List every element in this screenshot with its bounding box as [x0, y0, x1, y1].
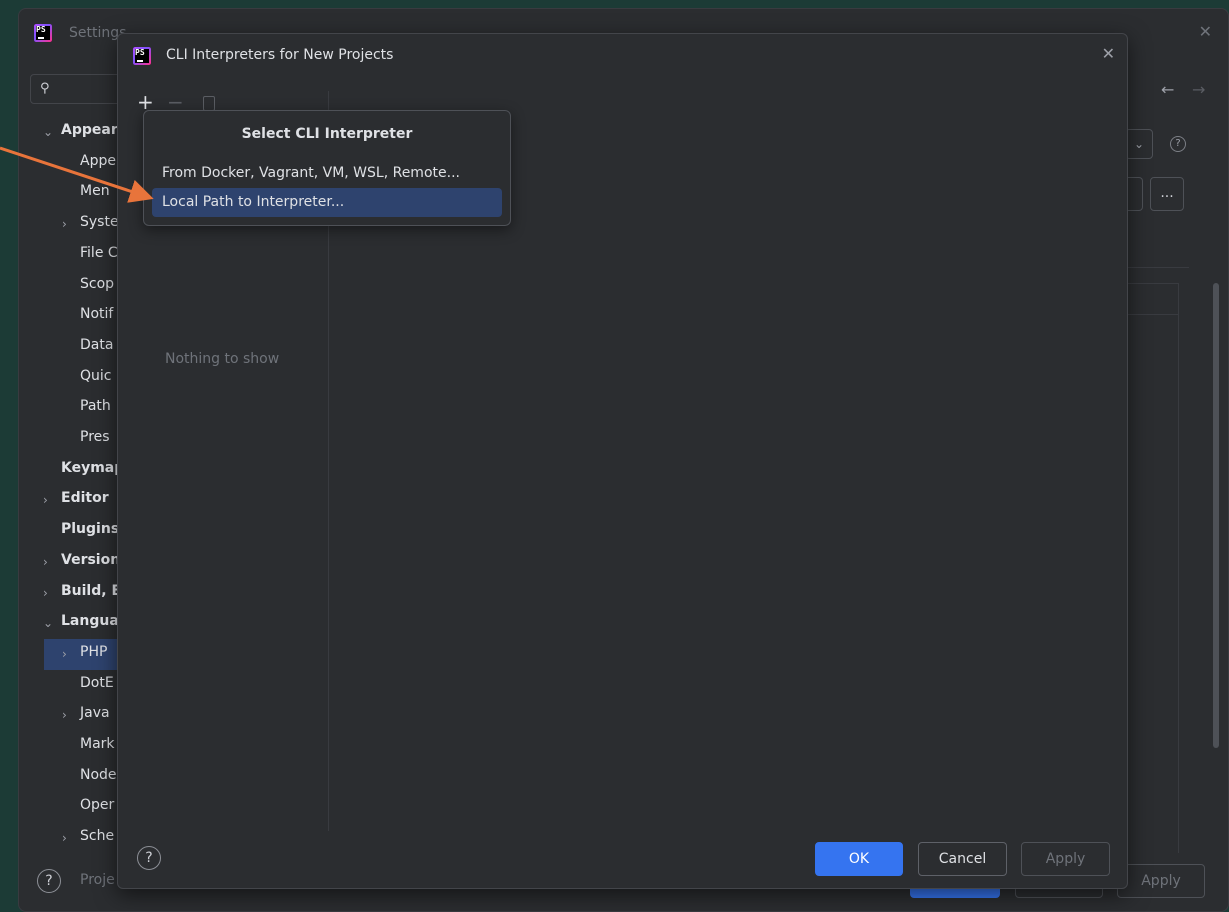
phpstorm-logo-icon: PS	[34, 24, 52, 42]
phpstorm-logo-icon: PS	[133, 47, 151, 65]
annotation-arrow	[0, 146, 154, 203]
